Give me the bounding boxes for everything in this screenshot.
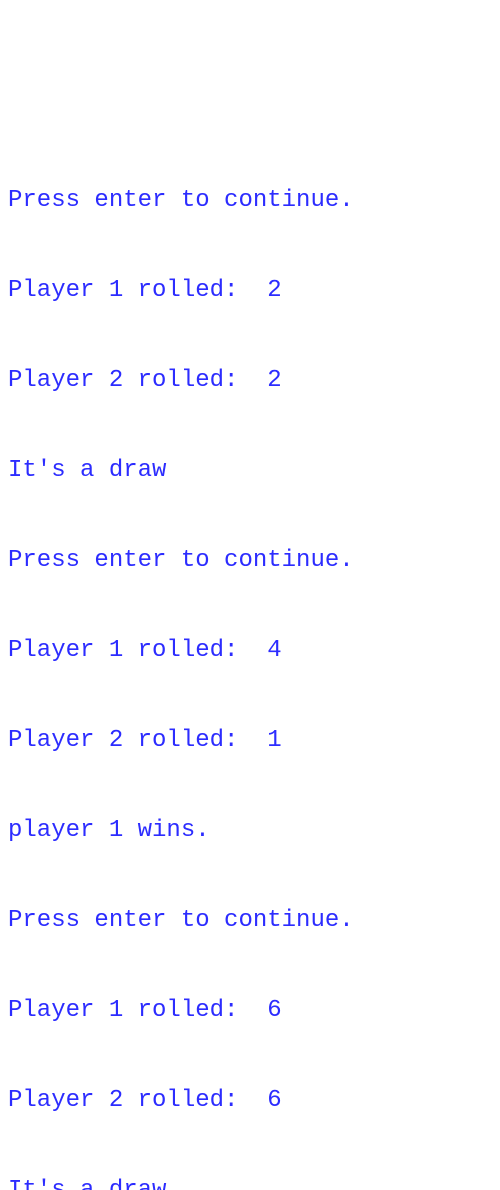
output-line: It's a draw [8, 456, 492, 486]
output-line: Press enter to continue. [8, 546, 492, 576]
output-line: Press enter to continue. [8, 906, 492, 936]
output-line: Player 2 rolled: 1 [8, 726, 492, 756]
output-line: player 1 wins. [8, 816, 492, 846]
output-line: Player 2 rolled: 6 [8, 1086, 492, 1116]
output-line: Player 1 rolled: 2 [8, 276, 492, 306]
output-line: Player 1 rolled: 6 [8, 996, 492, 1026]
output-line: Player 2 rolled: 2 [8, 366, 492, 396]
output-line: Player 1 rolled: 4 [8, 636, 492, 666]
console-output: Press enter to continue. Player 1 rolled… [8, 126, 492, 1190]
output-line: It's a draw [8, 1176, 492, 1190]
output-line: Press enter to continue. [8, 186, 492, 216]
